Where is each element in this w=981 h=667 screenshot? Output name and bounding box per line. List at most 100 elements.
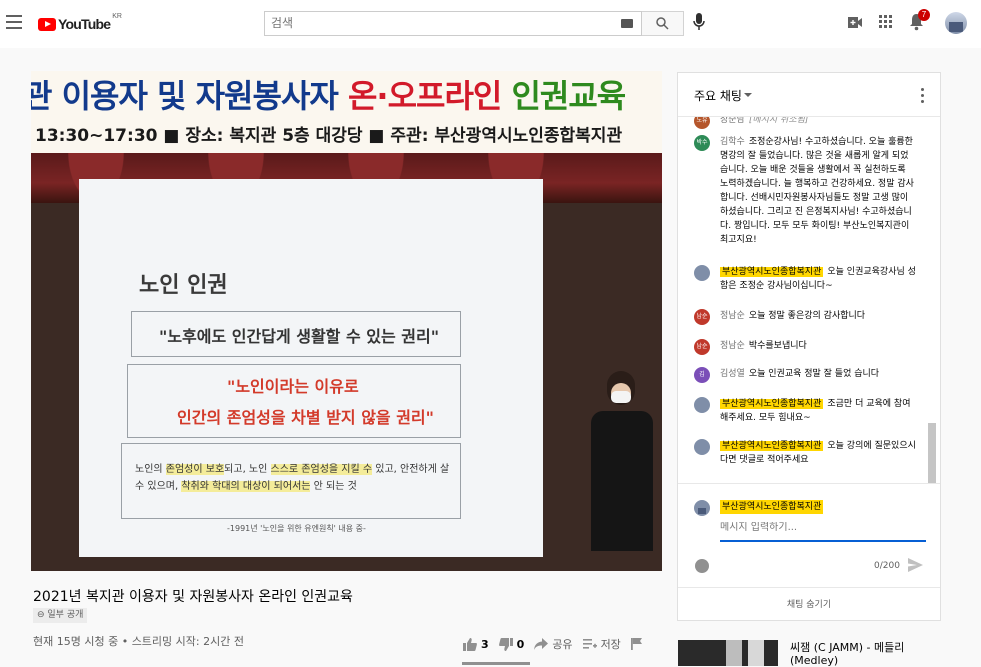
view-meta: 현재 15명 시청 중 • 스트리밍 시작: 2시간 전	[33, 635, 244, 648]
thumbs-up-icon	[463, 637, 477, 651]
chat-author-avatar: 박수	[694, 135, 710, 151]
video-actions: 3 0 공유 저장	[463, 636, 642, 652]
chat-message-body: 부산광역시노인종합복지관 오늘 인권교육강사님 성함은 조정순 강사님이십니다~	[720, 265, 916, 293]
like-button[interactable]: 3	[463, 637, 489, 651]
slide-box-3-text: 노인의 존엄성이 보호되고, 노인 스스로 존엄성을 지킬 수 있고, 안전하게…	[135, 461, 457, 495]
search-icon	[656, 17, 669, 30]
input-underline	[720, 540, 926, 542]
chat-author-name[interactable]: 부산광역시노인종합복지관	[720, 399, 824, 409]
video-banner: 관 이용자 및 자원봉사자 온·오프라인 인권교육 13:30~17:30 ■ …	[31, 71, 662, 153]
slide-heading: 노인 인권	[139, 273, 228, 298]
chat-author-name[interactable]: 정남순	[720, 341, 745, 351]
slide-box-2-line-2: 인간의 존엄성을 차별 받지 않을 권리"	[177, 408, 434, 427]
char-counter: 0/200	[874, 561, 900, 571]
banner-title-c: 인권교육	[501, 77, 626, 115]
youtube-play-icon	[38, 17, 56, 31]
recommendation-title[interactable]: 씨잼 (C JAMM) - 메들리 (Medley)	[790, 641, 940, 667]
video-title: 2021년 복지관 이용자 및 자원봉사자 온라인 인권교육	[33, 589, 353, 605]
slide-highlight: 존엄성이 보호	[165, 464, 225, 475]
banner-title: 관 이용자 및 자원봉사자 온·오프라인 인권교육	[31, 71, 626, 117]
playlist-add-icon	[582, 638, 597, 649]
chat-header: 주요 채팅	[678, 73, 940, 117]
flag-icon	[630, 638, 642, 650]
emoji-icon[interactable]	[695, 559, 709, 573]
slide-text: 노인의	[135, 464, 166, 475]
chat-author-name[interactable]: 부산광역시노인종합복지관	[720, 267, 824, 277]
chat-author-name[interactable]: 김학수	[720, 137, 745, 147]
share-label: 공유	[552, 638, 573, 651]
thumbs-down-icon	[498, 637, 513, 651]
top-bar: YouTube KR 7	[0, 0, 981, 48]
chat-author-avatar: 노유	[694, 117, 710, 129]
chat-author-name[interactable]: 장순남	[720, 117, 745, 125]
share-button[interactable]: 공유	[534, 636, 573, 652]
slide-box-2-line-1: "노인이라는 이유로	[227, 377, 359, 396]
chat-message-text: 박수를보냅니다	[748, 341, 807, 351]
logo-region: KR	[112, 13, 122, 20]
search-button[interactable]	[642, 11, 684, 36]
mic-icon[interactable]	[693, 12, 705, 32]
banner-title-a: 관 이용자 및 자원봉사자	[31, 77, 348, 115]
keyboard-icon[interactable]	[621, 19, 633, 28]
chat-message-body: 정남순 오늘 정말 좋은강의 감사합니다	[720, 309, 916, 323]
chat-message-body: 부산광역시노인종합복지관 오늘 강의에 질문있으시다면 댓글로 적어주세요	[720, 439, 916, 467]
chat-author-avatar: 남순	[694, 309, 710, 325]
like-ratio-bar	[462, 662, 530, 665]
share-icon	[534, 638, 549, 650]
video-player[interactable]: 관 이용자 및 자원봉사자 온·오프라인 인권교육 13:30~17:30 ■ …	[31, 71, 662, 571]
chat-message-text: 조정순강사님! 수고하셨습니다. 오늘 훌륭한 명강의 잘 들었습니다. 많은 …	[720, 137, 914, 245]
chat-scrollbar-thumb[interactable]	[928, 423, 936, 483]
banner-title-b: 온·오프라인	[347, 77, 502, 115]
recommendation-thumbnail[interactable]	[678, 640, 778, 666]
chat-message-body: 장순남 [메시지 취소됨]	[720, 117, 916, 127]
chat-author-avatar	[694, 265, 710, 281]
chat-message-body: 부산광역시노인종합복지관 조금만 더 교육에 참여해주세요. 모두 힘내요~	[720, 397, 916, 425]
save-label: 저장	[600, 638, 621, 651]
slide-footnote: -1991년 '노인을 위한 유엔원칙' 내용 중-	[227, 524, 366, 533]
chat-message-text: 오늘 인권교육 정말 잘 들었 습니다	[748, 369, 880, 379]
chat-author-avatar: 김	[694, 367, 710, 383]
search-box[interactable]	[264, 11, 642, 36]
slide-highlight: 착취와 학대의 대상이 되어서는	[181, 481, 311, 492]
like-count: 3	[481, 637, 489, 651]
chat-author-avatar: 남순	[694, 339, 710, 355]
privacy-badge: ⊖ 일부 공개	[33, 608, 88, 623]
chat-author-avatar	[694, 439, 710, 455]
chat-message-body: 김학수 조정순강사님! 수고하셨습니다. 오늘 훌륭한 명강의 잘 들었습니다. …	[720, 135, 916, 247]
chat-message-list[interactable]: 노유 장순남 [메시지 취소됨] 박수 김학수 조정순강사님! 수고하셨습니다. 오늘 훌…	[678, 117, 940, 483]
chat-input-area: 부산광역시노인종합복지관 0/200	[678, 483, 940, 587]
menu-icon[interactable]	[6, 15, 22, 29]
chevron-down-icon[interactable]	[744, 93, 752, 97]
save-button[interactable]: 저장	[582, 636, 621, 652]
slide-highlight: 스스로 존엄성을 지킬 수	[270, 464, 373, 475]
apps-icon[interactable]	[879, 15, 892, 28]
chat-input-author: 부산광역시노인종합복지관	[720, 500, 824, 514]
slide-text: 되고, 노인	[224, 464, 271, 475]
slide-text: 안 되는 것	[310, 481, 357, 492]
more-options-icon[interactable]	[921, 88, 924, 106]
dislike-button[interactable]: 0	[498, 637, 525, 651]
logo-text: YouTube	[58, 16, 111, 32]
hide-chat-button[interactable]: 채팅 숨기기	[678, 587, 940, 621]
send-icon[interactable]	[908, 558, 923, 572]
search-input[interactable]	[271, 16, 601, 30]
notification-badge: 7	[918, 9, 930, 21]
speaker-figure	[585, 371, 659, 571]
chat-author-name[interactable]: 김성열	[720, 369, 745, 379]
youtube-logo[interactable]: YouTube KR	[38, 13, 122, 33]
dislike-count: 0	[516, 637, 525, 651]
chat-message-text: 오늘 정말 좋은강의 감사합니다	[748, 311, 866, 321]
chat-mode-selector[interactable]: 주요 채팅	[694, 87, 742, 104]
slide-box-1-text: "노후에도 인간답게 생활할 수 있는 권리"	[159, 327, 440, 346]
chat-author-name[interactable]: 부산광역시노인종합복지관	[720, 441, 824, 451]
channel-avatar-icon	[694, 500, 710, 516]
live-chat-panel: 주요 채팅 노유 장순남 [메시지 취소됨] 박수 김학수 조정순강사님! 수고하셨습니다…	[677, 72, 941, 621]
chat-message-body: 정남순 박수를보냅니다	[720, 339, 916, 353]
chat-author-name[interactable]: 정남순	[720, 311, 745, 321]
chat-message-input[interactable]	[720, 522, 924, 533]
chat-message-body: 김성열 오늘 인권교육 정말 잘 들었 습니다	[720, 367, 916, 381]
chat-author-avatar	[694, 397, 710, 413]
report-button[interactable]	[630, 638, 642, 650]
avatar[interactable]	[945, 12, 967, 34]
create-video-icon[interactable]	[848, 17, 862, 28]
